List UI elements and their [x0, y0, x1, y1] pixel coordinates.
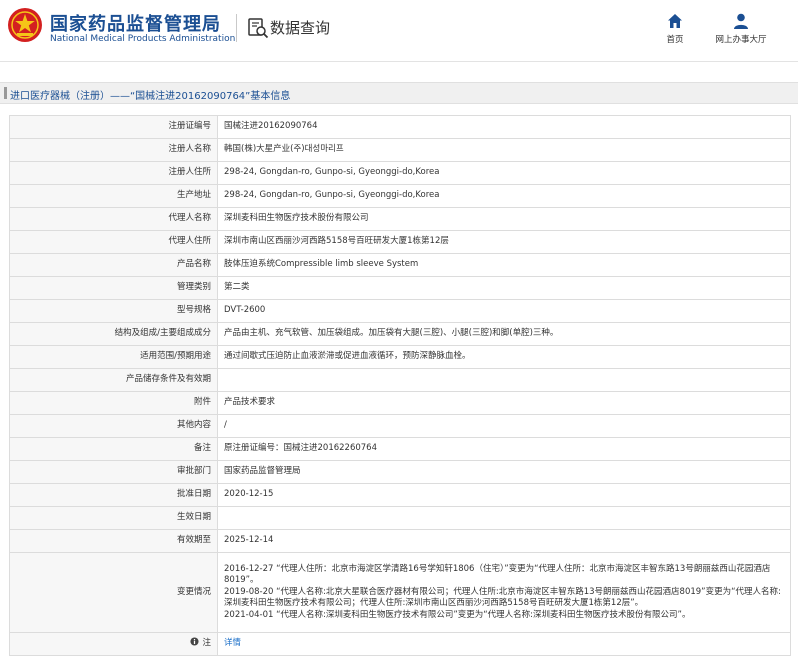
change-entry: 2021-04-01 “代理人名称:深圳麦科田生物医疗技术有限公司”变更为“代理… — [224, 609, 691, 620]
change-history: 2016-12-27 “代理人住所：北京市海淀区学清路16号学知轩1806（住宅… — [217, 552, 791, 633]
field-value: / — [217, 414, 791, 438]
field-label: 备注 — [9, 437, 218, 461]
table-row: 审批部门 国家药品监督管理局 — [9, 460, 791, 484]
table-row: 代理人住所 深圳市南山区西丽沙河西路5158号百旺研发大厦1栋第12层 — [9, 230, 791, 254]
table-row: 结构及组成/主要组成成分 产品由主机、充气软管、加压袋组成。加压袋有大腿(三腔)、… — [9, 322, 791, 346]
table-row: 备注 原注册证编号：国械注进20162260764 — [9, 437, 791, 461]
header-divider — [236, 14, 237, 42]
table-row: 管理类别 第二类 — [9, 276, 791, 300]
table-row: 注册人住所 298-24, Gongdan-ro, Gunpo-si, Gyeon… — [9, 161, 791, 185]
breadcrumb: 进口医疗器械（注册）——“国械注进20162090764”基本信息 — [0, 82, 798, 104]
field-label: 注 — [9, 632, 218, 656]
field-value: 298-24, Gongdan-ro, Gunpo-si, Gyeonggi-d… — [217, 161, 791, 185]
table-row: 生效日期 — [9, 506, 791, 530]
field-value: DVT-2600 — [217, 299, 791, 323]
site-subtitle: National Medical Products Administration — [50, 34, 236, 44]
field-value: 2020-12-15 — [217, 483, 791, 507]
nav-online-office[interactable]: 网上办事大厅 — [708, 12, 774, 45]
field-label: 有效期至 — [9, 529, 218, 553]
field-value: 肢体压迫系统Compressible limb sleeve System — [217, 253, 791, 277]
registration-info-table: 注册证编号 国械注进20162090764 注册人名称 韩国(株)大星产业(주)대성마… — [9, 115, 791, 656]
table-row: 批准日期 2020-12-15 — [9, 483, 791, 507]
field-label: 批准日期 — [9, 483, 218, 507]
breadcrumb-title: 进口医疗器械（注册）——“国械注进20162090764”基本信息 — [10, 91, 291, 102]
table-row: 附件 产品技术要求 — [9, 391, 791, 415]
table-row: 其他内容 / — [9, 414, 791, 438]
table-row: 生产地址 298-24, Gongdan-ro, Gunpo-si, Gyeong… — [9, 184, 791, 208]
table-row: 适用范围/预期用途 通过间歇式压迫防止血液淤滞或促进血液循环，预防深静脉血栓。 — [9, 345, 791, 369]
national-emblem-logo — [8, 8, 42, 42]
field-label: 结构及组成/主要组成成分 — [9, 322, 218, 346]
table-row: 注册证编号 国械注进20162090764 — [9, 115, 791, 139]
user-icon — [734, 13, 748, 29]
change-entry: 2019-08-20 “代理人名称:北京大星联合医疗器材有限公司；代理人住所:北… — [224, 586, 781, 609]
nav-home-label: 首页 — [666, 35, 684, 45]
note-label-wrap: 注 — [190, 637, 211, 651]
field-label: 注册人名称 — [9, 138, 218, 162]
field-value: 国械注进20162090764 — [217, 115, 791, 139]
field-label: 生效日期 — [9, 506, 218, 530]
field-value: 产品由主机、充气软管、加压袋组成。加压袋有大腿(三腔)、小腿(三腔)和脚(单腔)… — [217, 322, 791, 346]
field-label: 变更情况 — [9, 552, 218, 633]
change-entry: 2016-12-27 “代理人住所：北京市海淀区学清路16号学知轩1806（住宅… — [224, 563, 771, 586]
field-value — [217, 506, 791, 530]
table-row: 型号规格 DVT-2600 — [9, 299, 791, 323]
field-label: 代理人住所 — [9, 230, 218, 254]
field-value: 国家药品监督管理局 — [217, 460, 791, 484]
field-label: 注册人住所 — [9, 161, 218, 185]
field-value: 韩国(株)大星产业(주)대성마리프 — [217, 138, 791, 162]
field-value: 原注册证编号：国械注进20162260764 — [217, 437, 791, 461]
field-label: 产品储存条件及有效期 — [9, 368, 218, 392]
field-label: 其他内容 — [9, 414, 218, 438]
field-label: 适用范围/预期用途 — [9, 345, 218, 369]
field-value: 298-24, Gongdan-ro, Gunpo-si, Gyeonggi-d… — [217, 184, 791, 208]
table-row: 有效期至 2025-12-14 — [9, 529, 791, 553]
table-row: 产品名称 肢体压迫系统Compressible limb sleeve Syste… — [9, 253, 791, 277]
nav-online-office-label: 网上办事大厅 — [715, 35, 767, 45]
field-value: 深圳麦科田生物医疗技术股份有限公司 — [217, 207, 791, 231]
field-value: 通过间歇式压迫防止血液淤滞或促进血液循环，预防深静脉血栓。 — [217, 345, 791, 369]
note-icon — [190, 637, 200, 651]
field-value: 第二类 — [217, 276, 791, 300]
home-icon — [668, 14, 682, 28]
field-value: 产品技术要求 — [217, 391, 791, 415]
field-value: 详情 — [217, 632, 791, 656]
field-value — [217, 368, 791, 392]
field-label: 审批部门 — [9, 460, 218, 484]
field-value: 2025-12-14 — [217, 529, 791, 553]
field-label: 生产地址 — [9, 184, 218, 208]
field-label: 管理类别 — [9, 276, 218, 300]
table-row: 注册人名称 韩国(株)大星产业(주)대성마리프 — [9, 138, 791, 162]
field-label: 注册证编号 — [9, 115, 218, 139]
nav-home[interactable]: 首页 — [660, 12, 690, 45]
table-row: 产品储存条件及有效期 — [9, 368, 791, 392]
note-label: 注 — [202, 638, 211, 649]
site-title: 国家药品监督管理局 — [50, 14, 221, 35]
field-label: 代理人名称 — [9, 207, 218, 231]
table-row-changes: 变更情况 2016-12-27 “代理人住所：北京市海淀区学清路16号学知轩180… — [9, 552, 791, 633]
data-query-title: 数据查询 — [270, 19, 331, 37]
table-row: 代理人名称 深圳麦科田生物医疗技术股份有限公司 — [9, 207, 791, 231]
field-value: 深圳市南山区西丽沙河西路5158号百旺研发大厦1栋第12层 — [217, 230, 791, 254]
field-label: 型号规格 — [9, 299, 218, 323]
field-label: 产品名称 — [9, 253, 218, 277]
data-query-icon — [248, 18, 269, 39]
breadcrumb-marker — [4, 87, 7, 99]
details-link[interactable]: 详情 — [224, 638, 241, 648]
table-row-note: 注 详情 — [9, 632, 791, 656]
site-header: 国家药品监督管理局 National Medical Products Admi… — [0, 0, 798, 62]
field-label: 附件 — [9, 391, 218, 415]
